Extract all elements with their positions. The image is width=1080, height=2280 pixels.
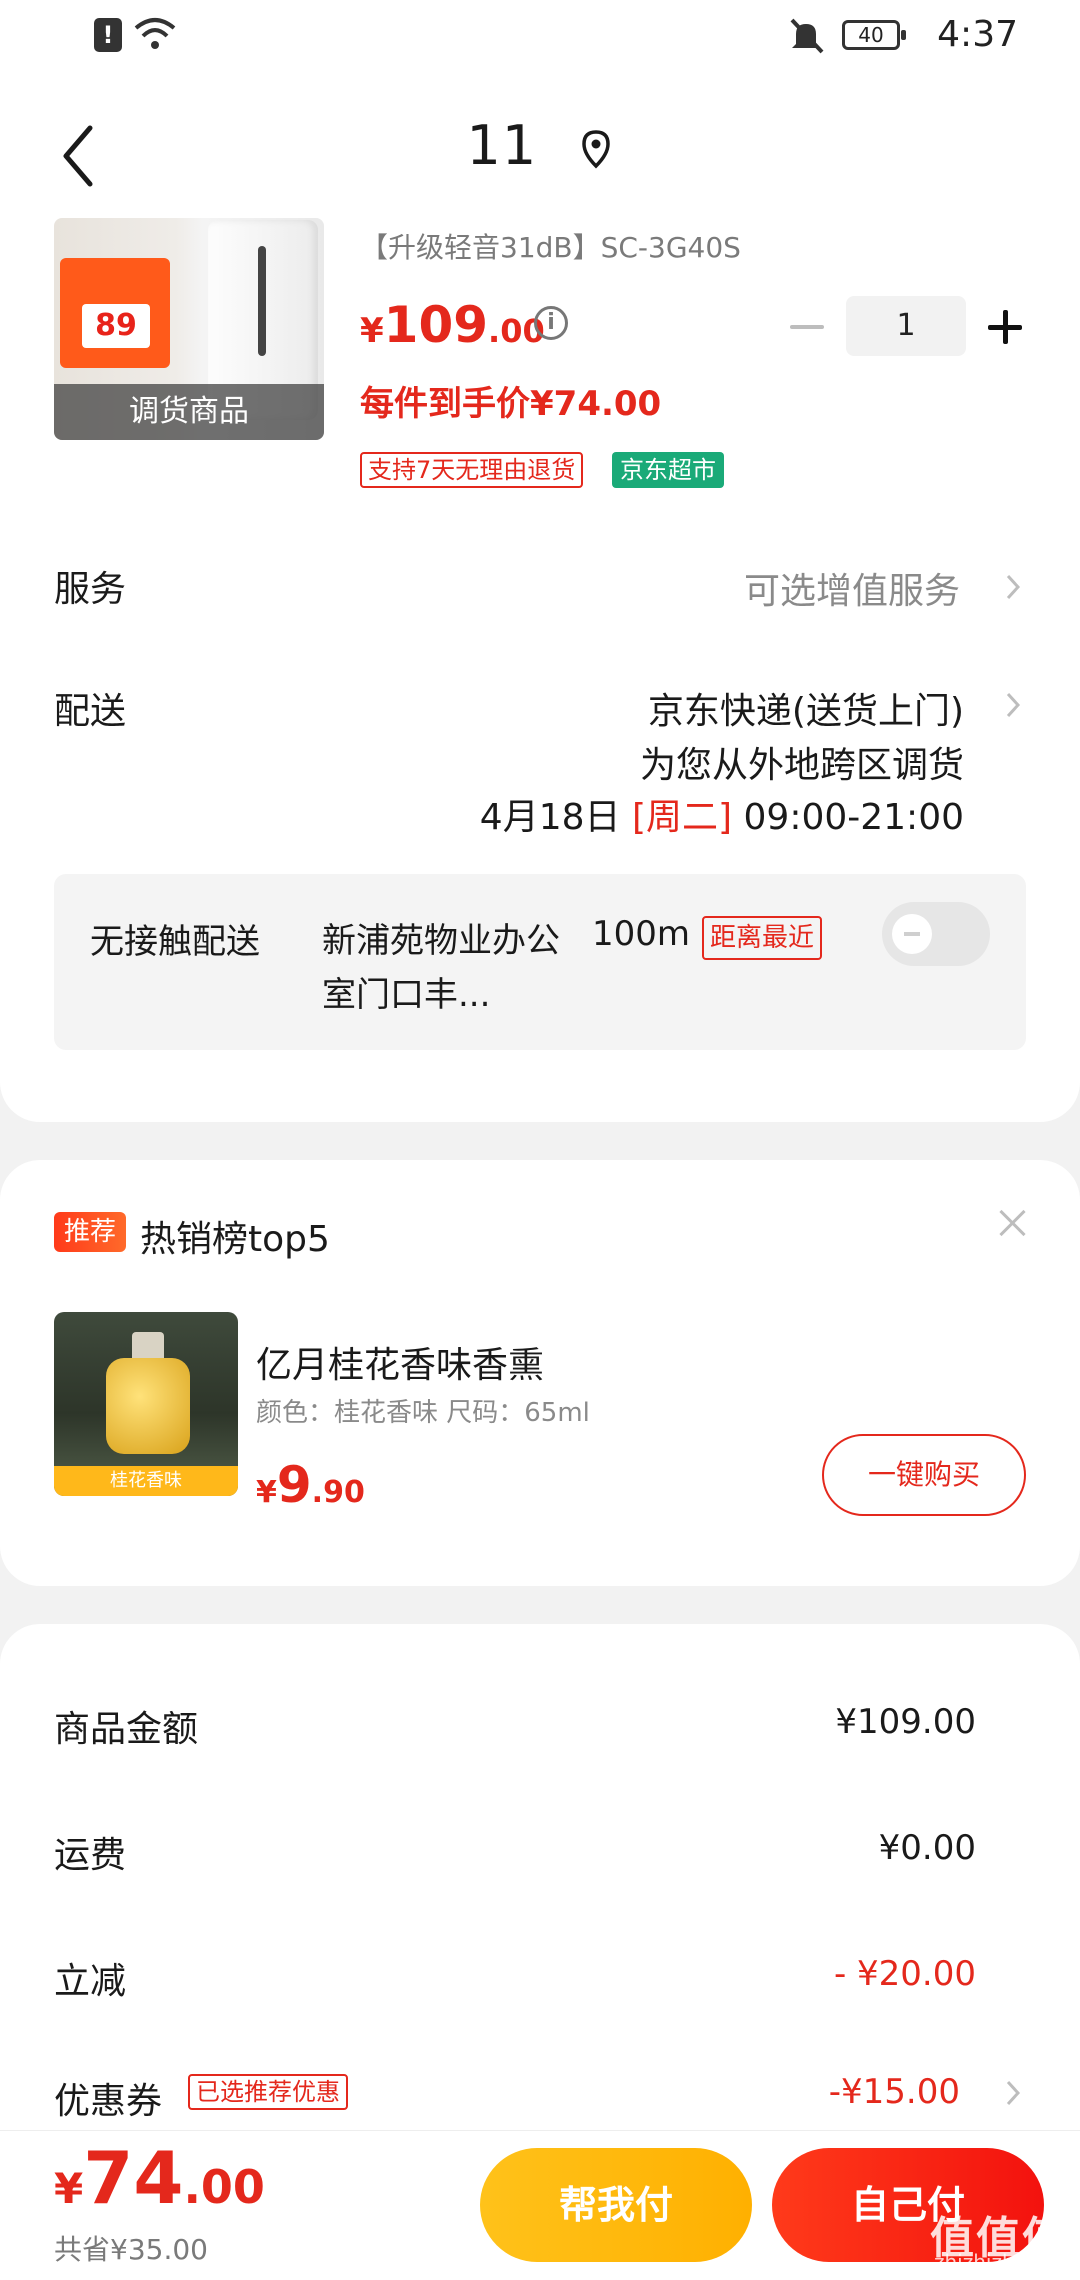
product-image[interactable]: 89 调货商品 — [54, 218, 324, 440]
service-value[interactable]: 可选增值服务 — [744, 562, 960, 614]
recommend-item-spec: 颜色：桂花香味 尺码：65ml — [256, 1398, 590, 1428]
coupon-value[interactable]: -¥15.00 — [829, 2072, 960, 2112]
shipping-fee-label: 运费 — [54, 1835, 127, 1876]
return-policy-badge: 支持7天无理由退货 — [360, 452, 584, 488]
total-price: ¥74.00 — [54, 2136, 265, 2220]
delivery-label: 配送 — [54, 691, 127, 732]
goods-amount-label: 商品金额 — [54, 1709, 199, 1750]
info-icon[interactable]: i — [534, 306, 568, 340]
discount-label: 立减 — [54, 1961, 127, 2002]
contactless-toggle[interactable] — [882, 902, 990, 966]
product-price: ¥109.00 — [360, 296, 545, 354]
shipping-fee-value: ¥0.00 — [878, 1828, 976, 1868]
total-integer: 74 — [83, 2136, 184, 2220]
one-click-buy-button[interactable]: 一键购买 — [822, 1434, 1026, 1516]
service-label: 服务 — [54, 569, 127, 610]
contactless-label: 无接触配送 — [90, 922, 260, 962]
contactless-distance: 100m — [592, 914, 691, 954]
delivery-method[interactable]: 京东快递(送货上门) — [648, 682, 964, 734]
contactless-delivery-box: 无接触配送 新浦苑物业办公室门口丰... 100m 距离最近 — [54, 874, 1026, 1050]
scent-strip: 桂花香味 — [54, 1466, 238, 1496]
delivery-note: 为您从外地跨区调货 — [639, 745, 964, 786]
delivery-window: 09:00-21:00 — [743, 797, 964, 838]
coupon-label: 优惠券 — [54, 2081, 163, 2122]
recommend-item-price: ¥9.90 — [256, 1456, 365, 1514]
chevron-right-icon[interactable] — [1004, 572, 1022, 602]
price-integer: 109 — [383, 296, 489, 354]
recommend-item-name[interactable]: 亿月桂花香味香熏 — [256, 1336, 544, 1388]
discount-value: - ¥20.00 — [833, 1954, 976, 1994]
transfer-goods-tag: 调货商品 — [54, 384, 324, 440]
rec-price-integer: 9 — [276, 1456, 312, 1514]
rec-price-decimal: .90 — [311, 1475, 365, 1510]
alert-icon: ! — [94, 18, 122, 52]
recommend-item-image[interactable]: 桂花香味 — [54, 1312, 238, 1496]
wifi-icon — [134, 18, 176, 49]
contactless-address: 新浦苑物业办公室门口丰... — [322, 921, 560, 1015]
recommend-title: 热销榜top5 — [140, 1219, 330, 1260]
perfume-bottle — [106, 1358, 190, 1454]
nearest-badge: 距离最近 — [702, 916, 823, 960]
recommend-badge: 推荐 — [54, 1212, 126, 1252]
promo-price: 89 — [82, 304, 150, 348]
help-pay-button[interactable]: 帮我付 — [480, 2148, 752, 2262]
status-bar: ! 40 4:37 — [0, 0, 1080, 72]
quantity-plus-button[interactable] — [988, 310, 1022, 344]
coupon-tag: 已选推荐优惠 — [188, 2074, 348, 2110]
page-title[interactable]: 11 — [0, 114, 1080, 177]
rec-price-currency: ¥ — [256, 1475, 277, 1510]
store-badge: 京东超市 — [612, 452, 724, 488]
total-decimal: .00 — [183, 2160, 265, 2214]
page-title-text: 11 — [466, 114, 538, 177]
battery-icon: 40 — [842, 20, 906, 50]
unit-price: 每件到手价¥74.00 — [360, 384, 662, 424]
total-currency: ¥ — [54, 2164, 84, 2213]
goods-amount-value: ¥109.00 — [835, 1702, 976, 1742]
delivery-date: 4月18日 — [479, 797, 621, 838]
chevron-right-icon[interactable] — [1004, 2078, 1022, 2108]
mute-bell-icon — [790, 18, 824, 54]
price-currency: ¥ — [360, 311, 384, 351]
location-pin-icon — [582, 130, 611, 169]
header: 11 — [0, 72, 1080, 222]
status-time: 4:37 — [937, 14, 1018, 55]
saved-amount: 共省¥35.00 — [54, 2233, 208, 2266]
delivery-weekday: [周二] — [631, 797, 733, 838]
quantity-minus-button[interactable] — [790, 310, 824, 344]
product-name[interactable]: 【升级轻音31dB】SC-3G40S — [360, 226, 741, 266]
quantity-input[interactable]: 1 — [846, 296, 966, 356]
watermark-url: zhizhizhi.com — [934, 2250, 1070, 2274]
close-icon[interactable] — [998, 1208, 1028, 1238]
delivery-time: 4月18日 [周二] 09:00-21:00 — [480, 788, 964, 840]
chevron-right-icon[interactable] — [1004, 690, 1022, 720]
